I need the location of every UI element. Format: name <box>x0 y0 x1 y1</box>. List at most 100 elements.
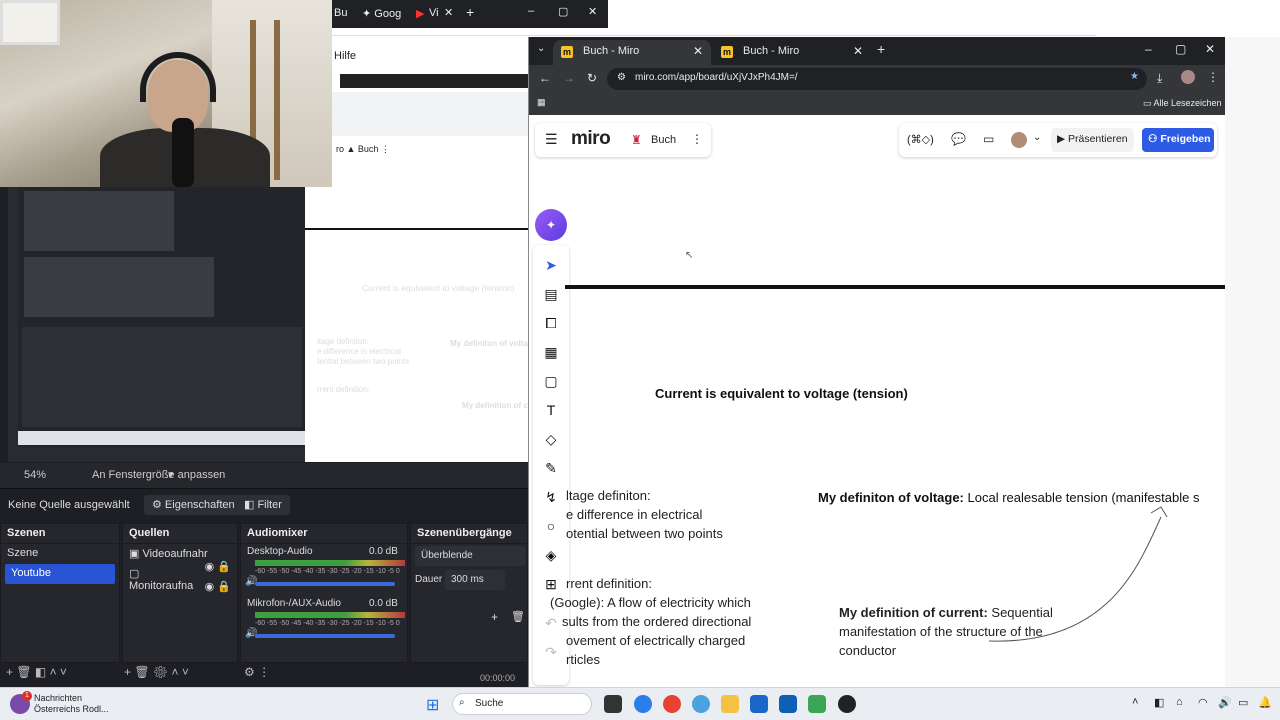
eye-icon[interactable]: ◉ 🔒 <box>205 560 231 573</box>
pen-icon[interactable]: ✎ <box>539 456 563 480</box>
outlook-icon[interactable] <box>779 695 797 713</box>
wifi-icon[interactable]: ◠ <box>1198 696 1208 709</box>
notepad-icon[interactable] <box>808 695 826 713</box>
bookmark-star-icon[interactable]: ★ <box>1130 71 1139 82</box>
windows-start-icon[interactable]: ⊞ <box>426 695 439 715</box>
obs-preview-footer: 54% An Fenstergröße anpassen ▾ <box>0 463 528 489</box>
new-tab-icon[interactable]: + <box>877 41 885 57</box>
speaker-icon[interactable]: 🔊 <box>245 628 257 639</box>
explorer-icon[interactable] <box>721 695 739 713</box>
taskbar-search[interactable]: ⌕ Suche <box>452 693 592 715</box>
preview-voltage-line-2: tential between two points <box>317 357 410 366</box>
minimize-icon[interactable]: – <box>1145 42 1152 56</box>
fit-window-dropdown[interactable]: An Fenstergröße anpassen <box>92 469 225 481</box>
close-window-icon[interactable]: ✕ <box>588 5 597 18</box>
board-menu-icon[interactable]: ⋮ <box>691 132 703 146</box>
filter-button[interactable]: ◧ Filter <box>236 495 290 515</box>
tab-miro-2[interactable]: m Buch - Miro ✕ <box>713 40 871 65</box>
source-item[interactable]: ▣ Videoaufnahr ◉ 🔒 <box>123 544 237 573</box>
zoom-label[interactable]: 54% <box>24 469 46 481</box>
comment-icon[interactable]: ○ <box>539 514 563 538</box>
nested-preview <box>18 187 308 447</box>
profile-avatar[interactable] <box>1181 70 1195 84</box>
omnibox[interactable]: ⚙ miro.com/app/board/uXjVJxPh4JM=/ ★ <box>607 68 1147 90</box>
speaker-icon[interactable]: 🔊 <box>245 576 257 587</box>
reload-icon[interactable]: ↻ <box>587 71 597 85</box>
edge-icon[interactable] <box>634 695 652 713</box>
close-icon[interactable]: ✕ <box>444 6 453 19</box>
comment-icon[interactable]: 💬 <box>951 132 966 146</box>
connector-icon[interactable]: ↯ <box>539 485 563 509</box>
bg-tab-3[interactable]: Vi <box>429 7 439 19</box>
templates-icon[interactable]: ▤ <box>539 282 563 306</box>
sources-footer[interactable]: + 🗑 ⚙ ˄ ˅ <box>124 665 189 687</box>
chrome-icon[interactable] <box>663 695 681 713</box>
sticky-note-icon[interactable]: ▢ <box>539 369 563 393</box>
video-icon[interactable]: ▭ <box>983 132 994 146</box>
current-definition-note[interactable]: rrent definition: (Google): A flow of el… <box>550 574 751 669</box>
trash-icon[interactable]: 🗑 <box>511 610 525 623</box>
scene-item[interactable]: Szene <box>1 544 119 564</box>
eye-icon[interactable]: ◉ 🔒 <box>205 580 231 593</box>
volume-icon[interactable]: 🔊 <box>1218 696 1232 709</box>
new-tab-icon[interactable]: + <box>466 4 474 20</box>
download-icon[interactable]: ⤓ <box>1157 71 1162 86</box>
desktop-audio-slider[interactable] <box>255 582 395 586</box>
properties-button[interactable]: ⚙ Eigenschaften <box>144 495 243 515</box>
bookmarks-folder[interactable]: ▭ Alle Lesezeichen <box>1143 98 1222 109</box>
back-icon[interactable]: ← <box>539 71 551 85</box>
battery-icon[interactable]: ▭ <box>1238 696 1248 709</box>
mixer-footer[interactable]: ⚙ ⋮ <box>244 665 270 687</box>
reactions-icon[interactable]: (⌘◇) <box>907 133 934 146</box>
frame-icon[interactable]: ⧠ <box>539 311 563 335</box>
add-icon[interactable]: + <box>491 610 498 624</box>
chevron-down-icon[interactable]: ▾ <box>168 468 174 481</box>
tray-network-icon[interactable]: ⌂ <box>1176 696 1183 708</box>
tab-search-icon[interactable]: ⌄ <box>537 43 545 54</box>
obs-source-toolbar: Keine Quelle ausgewählt ⚙ Eigenschaften … <box>0 491 528 519</box>
obs-icon[interactable] <box>838 695 856 713</box>
tab-miro-1[interactable]: m Buch - Miro ✕ <box>553 40 711 65</box>
integrations-icon[interactable]: ◈ <box>539 543 563 567</box>
copilot-icon[interactable] <box>692 695 710 713</box>
close-window-icon[interactable]: ✕ <box>1205 42 1215 56</box>
bg-tab-2[interactable]: ✦ Goog <box>362 7 401 20</box>
tray-chevron-icon[interactable]: ˄ <box>1132 696 1138 708</box>
close-tab-icon[interactable]: ✕ <box>853 44 863 58</box>
tray-app-icon[interactable]: ◧ <box>1154 696 1164 709</box>
avatar[interactable] <box>1011 132 1027 148</box>
close-tab-icon[interactable]: ✕ <box>693 44 703 58</box>
apps-icon[interactable]: ▦ <box>537 97 546 108</box>
transition-select[interactable]: Überblende <box>415 546 525 566</box>
table-icon[interactable]: ▦ <box>539 340 563 364</box>
hamburger-icon[interactable]: ☰ <box>545 131 558 148</box>
notification-icon[interactable]: 🔔 <box>1258 696 1272 709</box>
scenes-footer[interactable]: + 🗑 ◧ ˄ ˅ <box>6 665 67 687</box>
maximize-icon[interactable]: ▢ <box>1175 42 1186 56</box>
forward-icon[interactable]: → <box>563 71 575 85</box>
miro-favicon: m <box>561 46 573 58</box>
scene-item-selected[interactable]: Youtube <box>5 564 115 584</box>
chevron-down-icon[interactable]: ⌄ <box>1033 132 1041 143</box>
ai-sparkle-icon[interactable]: ✦ <box>535 209 567 241</box>
site-info-icon[interactable]: ⚙ <box>617 72 626 83</box>
miro-logo[interactable]: miro <box>571 128 611 150</box>
mic-audio-slider[interactable] <box>255 634 395 638</box>
task-view-icon[interactable] <box>604 695 622 713</box>
voltage-definition-note[interactable]: ltage definiton: e difference in electri… <box>566 486 723 543</box>
maximize-icon[interactable]: ▢ <box>558 5 568 18</box>
select-icon[interactable]: ➤ <box>539 253 563 277</box>
text-icon[interactable]: T <box>539 398 563 422</box>
menu-icon[interactable]: ⋮ <box>1207 70 1219 84</box>
share-button[interactable]: ⚇ Freigeben <box>1142 128 1214 152</box>
minimize-icon[interactable]: – <box>528 5 534 17</box>
canvas-heading[interactable]: Current is equivalent to voltage (tensio… <box>655 386 908 401</box>
present-button[interactable]: ▶ Präsentieren <box>1051 128 1134 152</box>
bg-tab-1[interactable]: Bu <box>334 7 347 19</box>
store-icon[interactable] <box>750 695 768 713</box>
news-widget[interactable]: Nachrichten Österreichs Rodl... <box>34 693 109 715</box>
shapes-icon[interactable]: ◇ <box>539 427 563 451</box>
board-name[interactable]: Buch <box>651 134 676 146</box>
my-voltage-note[interactable]: My definiton of voltage: Local realesabl… <box>818 490 1199 505</box>
duration-input[interactable]: 300 ms <box>445 570 505 590</box>
